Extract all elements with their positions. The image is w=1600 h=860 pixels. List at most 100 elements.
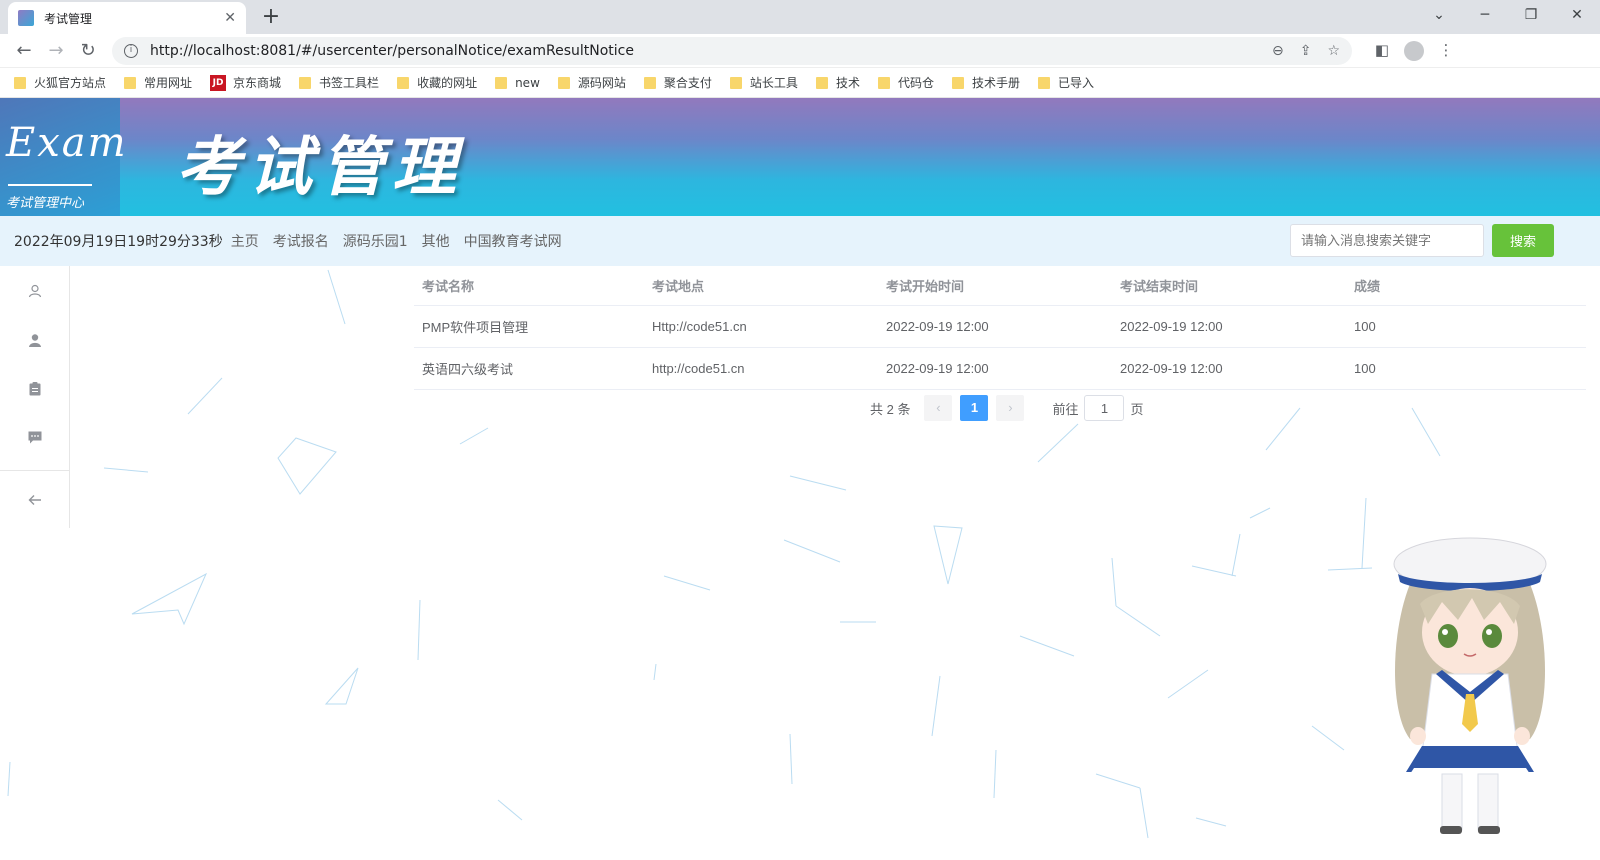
back-icon[interactable]: ←	[8, 40, 40, 61]
nav-link-home[interactable]: 主页	[231, 231, 259, 251]
window-close-icon[interactable]: ✕	[1554, 0, 1600, 30]
next-page-icon[interactable]: ›	[996, 395, 1025, 421]
profile-avatar-icon[interactable]	[1404, 40, 1424, 61]
bookmark-item[interactable]: new	[495, 76, 540, 90]
pagination: 共 2 条 ‹ 1 › 前往 页	[870, 395, 1144, 421]
sidebar-divider	[0, 470, 69, 471]
folder-icon	[877, 76, 890, 89]
column-header[interactable]: 成绩	[1354, 276, 1586, 295]
tab-search-icon[interactable]: ⌄	[1416, 0, 1462, 30]
bookmark-item[interactable]: 技术	[815, 74, 860, 91]
bookmark-item[interactable]: JD 京东商城	[210, 74, 281, 91]
user-outline-icon	[28, 284, 41, 297]
restore-icon[interactable]: ❐	[1508, 0, 1554, 30]
site-info-icon[interactable]: i	[124, 43, 138, 58]
page-title: 考试管理	[176, 131, 464, 205]
cell-score: 100	[1354, 319, 1376, 334]
sidebar	[0, 266, 70, 528]
sidebar-item-exams[interactable]	[0, 364, 69, 413]
window-controls: ⌄ ─ ❐ ✕	[1416, 0, 1600, 30]
tab-close-icon[interactable]: ✕	[224, 10, 236, 26]
column-header[interactable]: 考试结束时间	[1120, 276, 1354, 295]
logo: Exam 考试管理中心	[0, 98, 126, 216]
bookmark-item[interactable]: 常用网址	[124, 74, 192, 91]
goto-label: 前往	[1052, 401, 1079, 417]
zoom-icon[interactable]: ⊖	[1272, 43, 1284, 59]
table-row[interactable]: PMP软件项目管理 Http://code51.cn 2022-09-19 12…	[414, 306, 1586, 348]
bookmark-item[interactable]: 技术手册	[951, 74, 1020, 91]
menu-kebab-icon[interactable]: ⋮	[1430, 41, 1462, 61]
message-icon	[28, 431, 41, 444]
jd-icon: JD	[210, 74, 227, 91]
bookmark-item[interactable]: 代码仓	[877, 74, 934, 91]
folder-icon	[729, 76, 742, 89]
cell-start-time: 2022-09-19 12:00	[886, 319, 989, 334]
tab-title: 考试管理	[44, 11, 93, 26]
cell-score: 100	[1354, 361, 1376, 376]
side-panel-icon[interactable]: ◧	[1366, 41, 1398, 61]
goto-page-input[interactable]	[1084, 395, 1125, 421]
sidebar-item-messages[interactable]	[0, 413, 69, 462]
mascot-illustration	[1393, 537, 1547, 834]
browser-tabbar: 考试管理 ✕ + ⌄ ─ ❐ ✕	[0, 0, 1600, 34]
star-icon[interactable]: ☆	[1327, 43, 1340, 59]
folder-icon	[397, 76, 410, 89]
content-area: 考试名称 考试地点 考试开始时间 考试结束时间 成绩 PMP软件项目管理 Htt…	[0, 266, 1600, 840]
url-bar[interactable]: i http://localhost:8081/#/usercenter/per…	[112, 36, 1352, 65]
cell-exam-name: 英语四六级考试	[422, 362, 514, 377]
bookmark-item[interactable]: 收藏的网址	[397, 74, 477, 91]
pagination-total: 共 2 条	[870, 401, 911, 417]
nav-link-neea[interactable]: 中国教育考试网	[464, 231, 562, 251]
minimize-icon[interactable]: ─	[1462, 0, 1508, 30]
cell-end-time: 2022-09-19 12:00	[1120, 319, 1223, 334]
table-header: 考试名称 考试地点 考试开始时间 考试结束时间 成绩	[414, 266, 1586, 306]
browser-tab[interactable]: 考试管理 ✕	[8, 2, 246, 34]
bookmarks-bar: 火狐官方站点 常用网址 JD 京东商城 书签工具栏 收藏的网址 new 源码网站 …	[0, 68, 1600, 98]
bookmark-item[interactable]: 已导入	[1037, 74, 1094, 91]
folder-icon	[815, 76, 828, 89]
cell-end-time: 2022-09-19 12:00	[1120, 361, 1223, 376]
reload-icon[interactable]: ↻	[72, 40, 104, 61]
folder-icon	[643, 76, 656, 89]
column-header[interactable]: 考试地点	[652, 276, 886, 295]
search-input[interactable]	[1290, 224, 1484, 257]
column-header[interactable]: 考试名称	[414, 276, 652, 295]
cell-exam-location: Http://code51.cn	[652, 319, 747, 334]
folder-icon	[1037, 76, 1050, 89]
bookmark-item[interactable]: 聚合支付	[643, 74, 712, 91]
top-nav: 2022年09月19日19时29分33秒 主页 考试报名 源码乐园1 其他 中国…	[0, 216, 1600, 266]
page-number-current[interactable]: 1	[960, 395, 989, 421]
folder-icon	[124, 76, 137, 89]
table-row[interactable]: 英语四六级考试 http://code51.cn 2022-09-19 12:0…	[414, 348, 1586, 390]
url-text: http://localhost:8081/#/usercenter/perso…	[150, 42, 634, 59]
forward-icon[interactable]: →	[40, 40, 72, 61]
cell-exam-name: PMP软件项目管理	[422, 320, 529, 335]
folder-icon	[14, 76, 26, 89]
new-tab-icon[interactable]: +	[258, 4, 284, 29]
bookmark-item[interactable]: 火狐官方站点	[14, 74, 106, 91]
page-suffix: 页	[1130, 401, 1144, 417]
sidebar-item-profile[interactable]	[0, 266, 69, 315]
search-bar: 搜索	[1290, 224, 1554, 257]
app-banner: Exam 考试管理中心 考试管理	[0, 98, 1600, 216]
bookmark-item[interactable]: 站长工具	[729, 74, 798, 91]
sidebar-collapse-button[interactable]	[0, 475, 69, 524]
sidebar-item-user[interactable]	[0, 315, 69, 364]
logo-word: Exam	[6, 120, 128, 166]
toolbar-icons: ◧ ⋮	[1366, 40, 1462, 61]
prev-page-icon[interactable]: ‹	[924, 395, 953, 421]
nav-link-exam-signup[interactable]: 考试报名	[273, 231, 329, 251]
bookmark-item[interactable]: 源码网站	[557, 74, 626, 91]
nav-link-source[interactable]: 源码乐园1	[343, 231, 408, 251]
exam-result-table: 考试名称 考试地点 考试开始时间 考试结束时间 成绩 PMP软件项目管理 Htt…	[414, 266, 1586, 390]
search-button[interactable]: 搜索	[1492, 224, 1554, 257]
cell-start-time: 2022-09-19 12:00	[886, 361, 989, 376]
folder-icon	[951, 76, 964, 89]
bookmark-item[interactable]: 书签工具栏	[299, 74, 379, 91]
clipboard-icon	[29, 381, 40, 395]
cell-exam-location: http://code51.cn	[652, 361, 745, 376]
nav-link-other[interactable]: 其他	[422, 231, 450, 251]
share-icon[interactable]: ⇪	[1300, 43, 1312, 59]
clock: 2022年09月19日19时29分33秒	[14, 234, 223, 250]
column-header[interactable]: 考试开始时间	[886, 276, 1120, 295]
